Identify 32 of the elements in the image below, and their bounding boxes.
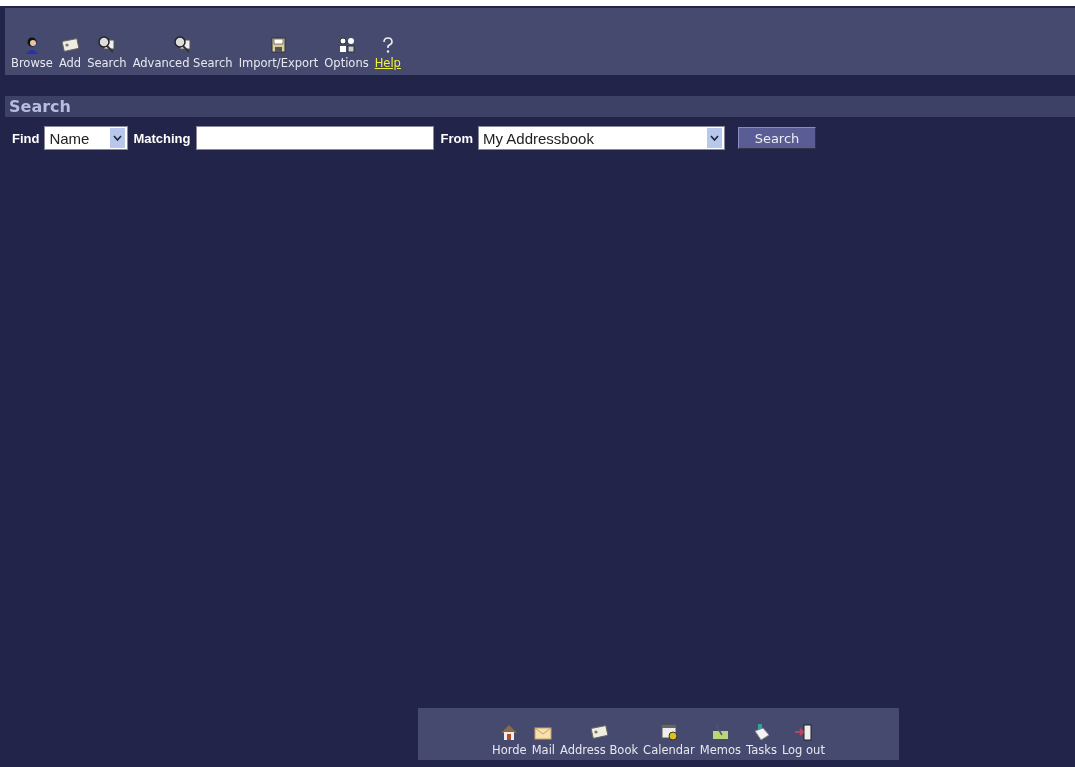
search-button[interactable]: Search xyxy=(738,127,816,149)
app-link[interactable]: Log out xyxy=(781,723,825,757)
toolbar-button[interactable]: Search xyxy=(87,36,127,70)
help-link[interactable]: Help xyxy=(374,36,401,70)
door-icon xyxy=(793,723,814,741)
toolbar-button[interactable]: Advanced Search xyxy=(132,36,233,70)
app-link[interactable]: Tasks xyxy=(746,723,777,757)
app-link[interactable]: Horde xyxy=(492,723,527,757)
toolbar-button[interactable]: Browse xyxy=(11,36,53,70)
matching-label: Matching xyxy=(133,130,191,146)
magnifier-icon xyxy=(172,36,193,54)
app-link[interactable]: Mail xyxy=(531,723,556,757)
app-link[interactable]: Memos xyxy=(699,723,742,757)
calendar-icon xyxy=(658,723,679,741)
shapes-icon xyxy=(336,36,357,54)
toolbar-button[interactable]: Options xyxy=(324,36,369,70)
find-dropdown[interactable]: Name xyxy=(44,126,129,150)
app-link[interactable]: Address Book xyxy=(560,723,639,757)
card-icon xyxy=(60,36,80,54)
card-icon xyxy=(589,723,610,741)
section-title: Search xyxy=(9,97,71,116)
paper-icon xyxy=(751,723,772,741)
magnifier-icon xyxy=(96,36,117,54)
toolbar-button[interactable]: Import/Export xyxy=(238,36,319,70)
app-link[interactable]: Calendar xyxy=(643,723,695,757)
find-label: Find xyxy=(12,130,40,146)
house-icon xyxy=(499,723,520,741)
notepad-icon xyxy=(710,723,731,741)
from-dropdown[interactable]: My Addressbook xyxy=(478,126,725,150)
toolbar-button[interactable]: Add xyxy=(58,36,82,70)
from-label: From xyxy=(440,130,473,146)
matching-field[interactable] xyxy=(195,126,434,150)
